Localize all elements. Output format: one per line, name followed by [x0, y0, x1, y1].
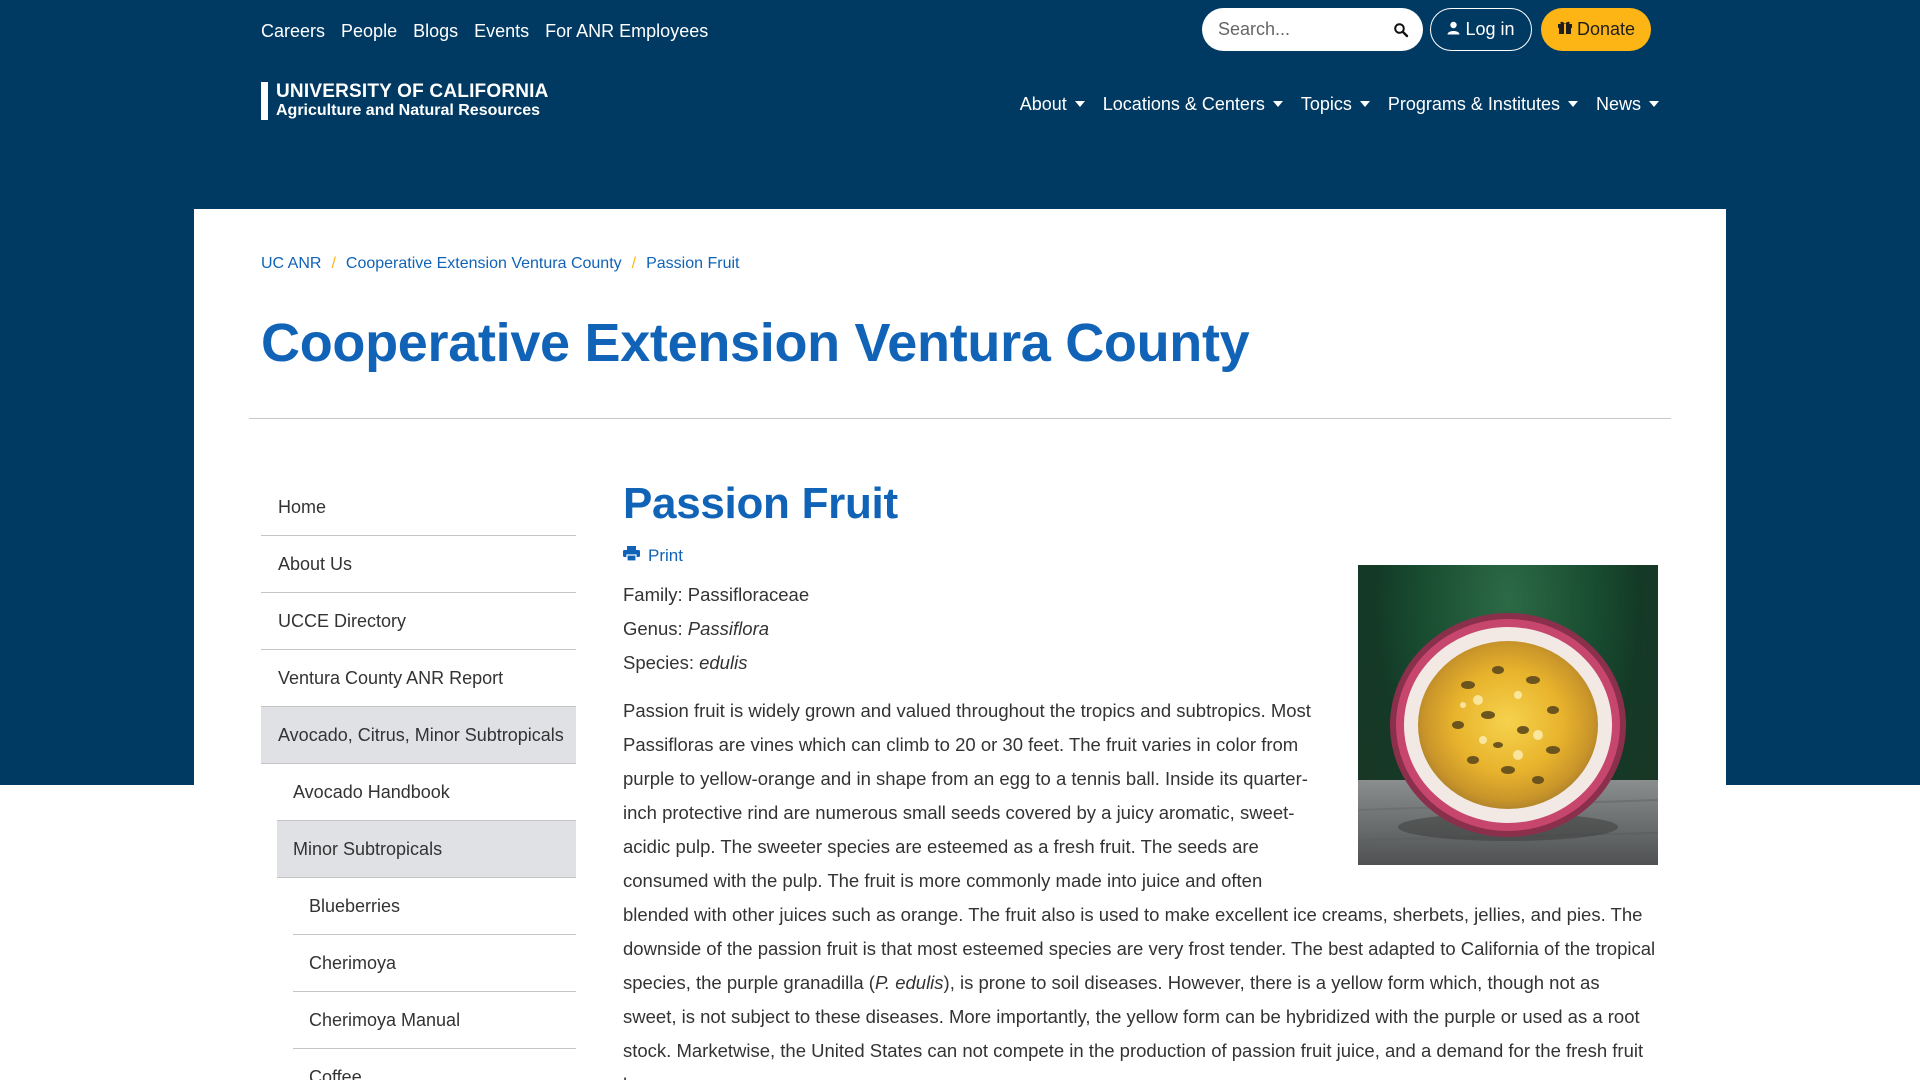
breadcrumb-ventura[interactable]: Cooperative Extension Ventura County: [346, 255, 622, 273]
sidebar-item-avocado-handbook[interactable]: Avocado Handbook: [277, 764, 576, 821]
main-nav: About Locations & Centers Topics Program…: [1020, 92, 1659, 116]
breadcrumb-separator: /: [331, 255, 336, 272]
chevron-down-icon: [1272, 101, 1283, 107]
sidebar-item-minor-subtropicals[interactable]: Minor Subtropicals: [277, 821, 576, 878]
nav-programs-institutes[interactable]: Programs & Institutes: [1388, 92, 1578, 116]
uc-anr-logo[interactable]: UNIVERSITY OF CALIFORNIA Agriculture and…: [261, 82, 549, 120]
sidebar-item-cherimoya[interactable]: Cherimoya: [293, 935, 576, 992]
chevron-down-icon: [1359, 101, 1370, 107]
nav-news-label: News: [1595, 94, 1641, 114]
breadcrumb-uc-anr[interactable]: UC ANR: [261, 255, 321, 273]
side-nav: Home About Us UCCE Directory Ventura Cou…: [261, 479, 576, 1080]
login-button[interactable]: Log in: [1430, 8, 1532, 51]
logo-line-2: Agriculture and Natural Resources: [276, 102, 541, 119]
family-value: Passifloraceae: [687, 584, 810, 605]
chevron-down-icon: [1074, 101, 1085, 107]
search-box: [1202, 8, 1423, 51]
breadcrumb-passion-fruit[interactable]: Passion Fruit: [646, 255, 739, 273]
nav-locations-label: Locations & Centers: [1102, 94, 1265, 114]
sidebar-item-anr-report[interactable]: Ventura County ANR Report: [261, 650, 576, 707]
print-link[interactable]: Print: [623, 546, 1658, 566]
family-label: Family:: [623, 584, 683, 605]
title-divider: [249, 418, 1671, 419]
article-body: Passion fruit is widely grown and valued…: [623, 565, 1658, 1080]
article: Passion Fruit Print Family: Passiflorace…: [623, 476, 1658, 1080]
nav-topics[interactable]: Topics: [1301, 92, 1370, 116]
search-input[interactable]: [1218, 19, 1378, 40]
utility-link-anr-employees[interactable]: For ANR Employees: [545, 18, 708, 44]
sidebar-item-about-us[interactable]: About Us: [261, 536, 576, 593]
nav-news[interactable]: News: [1596, 92, 1659, 116]
printer-icon: [623, 546, 640, 566]
donate-button[interactable]: Donate: [1541, 8, 1651, 51]
nav-about[interactable]: About: [1020, 92, 1085, 116]
utility-link-careers[interactable]: Careers: [261, 18, 325, 44]
passion-fruit-image: [1358, 565, 1658, 865]
article-title: Passion Fruit: [623, 479, 898, 528]
species-label: Species:: [623, 652, 694, 673]
logo-bar: [261, 82, 268, 120]
species-value: edulis: [699, 652, 748, 673]
page-title: Cooperative Extension Ventura County: [261, 313, 1250, 373]
sidebar-item-avocado-citrus[interactable]: Avocado, Citrus, Minor Subtropicals: [261, 707, 576, 764]
sidebar-item-home[interactable]: Home: [261, 479, 576, 536]
utility-nav: Careers People Blogs Events For ANR Empl…: [261, 18, 708, 44]
nav-about-label: About: [1019, 94, 1067, 114]
nav-topics-label: Topics: [1300, 94, 1352, 114]
sidebar-item-ucce-directory[interactable]: UCCE Directory: [261, 593, 576, 650]
logo-line-1: UNIVERSITY OF CALIFORNIA: [276, 81, 549, 102]
sidebar-item-coffee[interactable]: Coffee: [293, 1049, 576, 1080]
search-icon[interactable]: [1393, 22, 1409, 38]
chevron-down-icon: [1649, 101, 1659, 107]
genus-label: Genus:: [623, 618, 683, 639]
nav-locations-centers[interactable]: Locations & Centers: [1103, 92, 1283, 116]
utility-link-events[interactable]: Events: [474, 18, 529, 44]
login-label: Log in: [1465, 19, 1515, 39]
breadcrumb: UC ANR / Cooperative Extension Ventura C…: [261, 255, 739, 273]
body-text-species: P. edulis: [874, 972, 944, 993]
nav-programs-label: Programs & Institutes: [1387, 94, 1560, 114]
chevron-down-icon: [1567, 101, 1578, 107]
sidebar-item-cherimoya-manual[interactable]: Cherimoya Manual: [293, 992, 576, 1049]
user-icon: [1447, 19, 1460, 40]
donate-label: Donate: [1576, 19, 1636, 39]
breadcrumb-separator: /: [631, 255, 637, 272]
utility-link-blogs[interactable]: Blogs: [413, 18, 458, 44]
gift-icon: [1557, 19, 1573, 40]
genus-value: Passiflora: [687, 618, 770, 639]
utility-link-people[interactable]: People: [341, 18, 397, 44]
print-label: Print: [648, 546, 683, 565]
sidebar-item-blueberries[interactable]: Blueberries: [293, 878, 576, 935]
